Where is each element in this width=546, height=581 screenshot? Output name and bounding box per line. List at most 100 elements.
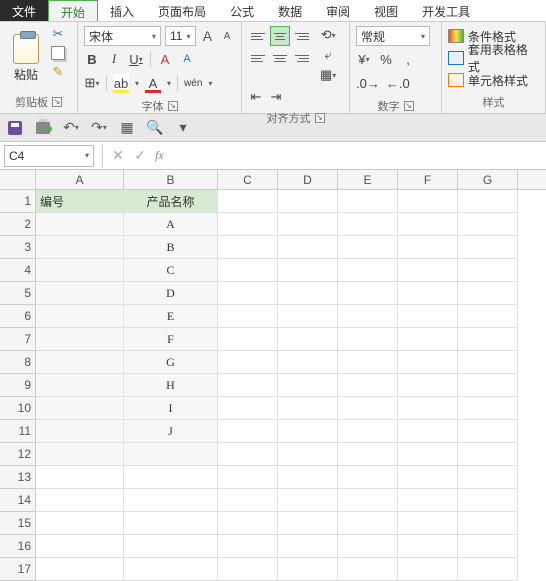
- cell[interactable]: [398, 443, 458, 466]
- cell[interactable]: [338, 420, 398, 443]
- format-painter-icon[interactable]: ✎: [50, 64, 66, 80]
- font-launcher[interactable]: ↘: [168, 101, 178, 111]
- cell[interactable]: [36, 397, 124, 420]
- cell[interactable]: C: [124, 259, 218, 282]
- cell[interactable]: [278, 466, 338, 489]
- cell[interactable]: [278, 328, 338, 351]
- cell[interactable]: [458, 397, 518, 420]
- cell[interactable]: [218, 374, 278, 397]
- cell[interactable]: [458, 374, 518, 397]
- percent-button[interactable]: %: [378, 50, 394, 68]
- wrap-text-button[interactable]: ⤶: [320, 46, 336, 64]
- cell[interactable]: [218, 466, 278, 489]
- cell[interactable]: [218, 328, 278, 351]
- row-header[interactable]: 6: [0, 305, 36, 328]
- fx-icon[interactable]: fx: [155, 148, 164, 163]
- col-header-E[interactable]: E: [338, 170, 398, 189]
- cell[interactable]: [458, 489, 518, 512]
- font-name-select[interactable]: 宋体▾: [84, 26, 161, 46]
- phonetic-button[interactable]: wén: [184, 74, 202, 92]
- cell[interactable]: [278, 213, 338, 236]
- cell[interactable]: [278, 305, 338, 328]
- cell[interactable]: [278, 397, 338, 420]
- cell[interactable]: [278, 236, 338, 259]
- cell[interactable]: [278, 512, 338, 535]
- cell[interactable]: [458, 420, 518, 443]
- cancel-edit-button[interactable]: ✕: [107, 145, 129, 167]
- name-box[interactable]: C4▾: [4, 145, 94, 167]
- increase-indent-button[interactable]: ⇥: [268, 88, 284, 106]
- formula-input[interactable]: [164, 145, 546, 167]
- row-header[interactable]: 12: [0, 443, 36, 466]
- cell[interactable]: [398, 512, 458, 535]
- row-header[interactable]: 13: [0, 466, 36, 489]
- table-format-button[interactable]: 套用表格格式: [448, 48, 539, 68]
- cell[interactable]: [278, 190, 338, 213]
- row-header[interactable]: 7: [0, 328, 36, 351]
- cell[interactable]: [218, 420, 278, 443]
- cell[interactable]: [218, 443, 278, 466]
- save-button[interactable]: [6, 119, 24, 137]
- cell[interactable]: [124, 466, 218, 489]
- cell[interactable]: [458, 259, 518, 282]
- align-top-left[interactable]: [248, 26, 268, 46]
- cut-icon[interactable]: ✂: [50, 26, 66, 42]
- cell[interactable]: F: [124, 328, 218, 351]
- cell[interactable]: J: [124, 420, 218, 443]
- cell[interactable]: [398, 374, 458, 397]
- cell[interactable]: 产品名称: [124, 190, 218, 213]
- cell[interactable]: [398, 489, 458, 512]
- paste-button[interactable]: 粘贴: [6, 26, 46, 90]
- shrink-font-button[interactable]: A: [219, 26, 235, 46]
- cell[interactable]: [398, 190, 458, 213]
- col-header-B[interactable]: B: [124, 170, 218, 189]
- row-header[interactable]: 10: [0, 397, 36, 420]
- align-bottom-left[interactable]: [248, 48, 268, 68]
- cell[interactable]: [278, 374, 338, 397]
- cell[interactable]: [458, 535, 518, 558]
- decrease-decimal-button[interactable]: ←.0: [386, 74, 410, 92]
- col-header-D[interactable]: D: [278, 170, 338, 189]
- tab-file[interactable]: 文件: [0, 0, 48, 21]
- cell[interactable]: [36, 259, 124, 282]
- cell[interactable]: [338, 305, 398, 328]
- cell[interactable]: [398, 328, 458, 351]
- cell[interactable]: [218, 213, 278, 236]
- cell[interactable]: [338, 535, 398, 558]
- col-header-G[interactable]: G: [458, 170, 518, 189]
- cell[interactable]: [398, 236, 458, 259]
- select-all-corner[interactable]: [0, 170, 36, 189]
- cell[interactable]: [36, 535, 124, 558]
- cell[interactable]: [36, 443, 124, 466]
- qat-preview-button[interactable]: 🔍: [146, 119, 164, 137]
- tab-dev[interactable]: 开发工具: [410, 0, 482, 21]
- merge-button[interactable]: ▦▾: [320, 66, 336, 84]
- tab-layout[interactable]: 页面布局: [146, 0, 218, 21]
- row-header[interactable]: 4: [0, 259, 36, 282]
- quick-print-button[interactable]: [34, 119, 52, 137]
- cell[interactable]: [338, 259, 398, 282]
- copy-icon[interactable]: [50, 45, 66, 61]
- cell[interactable]: [36, 328, 124, 351]
- cell[interactable]: [398, 535, 458, 558]
- row-header[interactable]: 14: [0, 489, 36, 512]
- tab-formula[interactable]: 公式: [218, 0, 266, 21]
- cell[interactable]: [338, 213, 398, 236]
- currency-button[interactable]: ¥▾: [356, 50, 372, 68]
- grow-font-button[interactable]: A: [200, 26, 216, 46]
- row-header[interactable]: 11: [0, 420, 36, 443]
- decrease-indent-button[interactable]: ⇤: [248, 88, 264, 106]
- align-launcher[interactable]: ↘: [315, 113, 325, 123]
- row-header[interactable]: 16: [0, 535, 36, 558]
- redo-button[interactable]: ↷▾: [90, 119, 108, 137]
- cell[interactable]: [458, 328, 518, 351]
- cell[interactable]: [278, 420, 338, 443]
- cell[interactable]: H: [124, 374, 218, 397]
- cell[interactable]: [218, 236, 278, 259]
- col-header-F[interactable]: F: [398, 170, 458, 189]
- cell[interactable]: [218, 512, 278, 535]
- confirm-edit-button[interactable]: ✓: [129, 145, 151, 167]
- cell[interactable]: [124, 535, 218, 558]
- row-header[interactable]: 8: [0, 351, 36, 374]
- number-launcher[interactable]: ↘: [404, 101, 414, 111]
